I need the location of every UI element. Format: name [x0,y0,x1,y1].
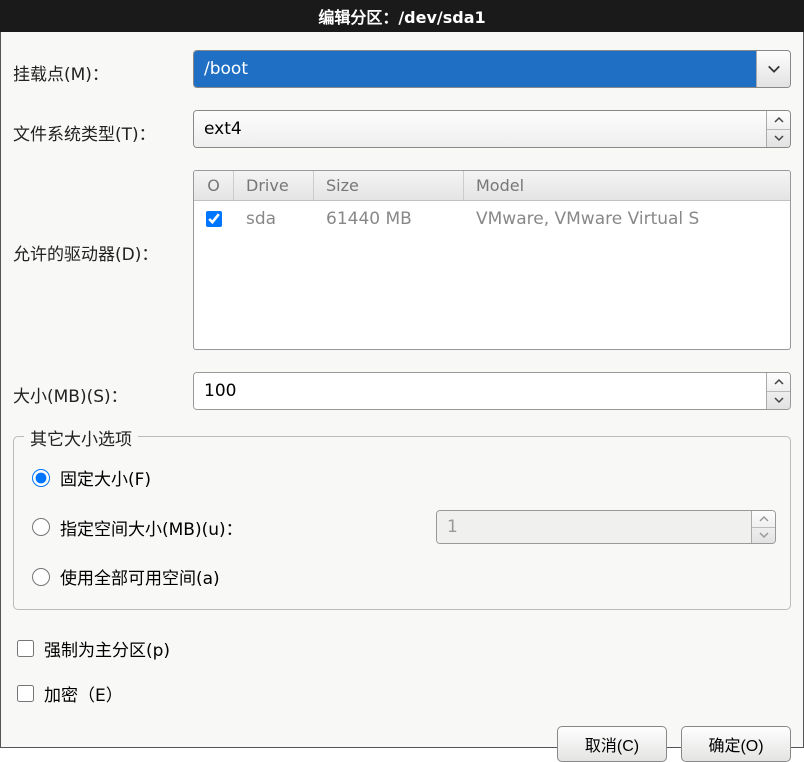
fill-up-to-down [752,528,775,544]
mount-point-dropdown-arrow[interactable] [756,51,790,87]
fs-type-down[interactable] [767,130,790,148]
size-spinner[interactable] [766,373,790,409]
radio-fill-up-to[interactable]: 指定空间大小(MB)(u)： 1 [32,510,776,544]
row-mount-point: 挂载点(M)： /boot [13,50,791,88]
fill-up-to-up [752,511,775,528]
fs-type-combo[interactable]: ext4 [193,110,791,148]
row-allowed-drives: 允许的驱动器(D)： O Drive Size Model sda 61440 … [13,170,791,350]
header-check[interactable]: O [194,171,234,200]
check-encrypt[interactable]: 加密（E） [17,681,787,706]
mount-point-value[interactable]: /boot [194,51,756,87]
label-size: 大小(MB)(S)： [13,376,193,407]
radio-fixed-size[interactable]: 固定大小(F) [32,465,776,490]
drive-row-drive: sda [234,201,314,237]
fill-up-to-value: 1 [437,511,751,543]
groupbox-size-options: 其它大小选项 固定大小(F) 指定空间大小(MB)(u)： 1 使用全部可用空间… [13,436,791,610]
drive-row-model: VMware, VMware Virtual S [464,201,790,237]
dialog-body: 挂载点(M)： /boot 文件系统类型(T)： ext4 允许的驱动器(D) [0,32,804,748]
size-spinbox[interactable]: 100 [193,372,791,410]
fill-up-to-spinbox: 1 [436,510,776,544]
drive-row-size: 61440 MB [314,201,464,237]
radio-fill-all[interactable]: 使用全部可用空间(a) [32,564,776,589]
label-fs-type: 文件系统类型(T)： [13,114,193,145]
size-up[interactable] [767,373,790,392]
fs-type-up[interactable] [767,111,790,130]
header-model[interactable]: Model [464,171,790,200]
fs-type-spinner[interactable] [766,111,790,147]
check-force-primary-label: 强制为主分区(p) [44,636,170,661]
radio-fill-all-input[interactable] [32,568,50,586]
mount-point-combo[interactable]: /boot [193,50,791,88]
drive-table: O Drive Size Model sda 61440 MB VMware, … [193,170,791,350]
check-encrypt-label: 加密（E） [44,681,123,706]
chevron-down-icon [767,62,781,76]
radio-fixed-size-input[interactable] [32,469,50,487]
radio-fill-all-label: 使用全部可用空间(a) [60,564,220,589]
check-force-primary-input[interactable] [17,640,34,657]
table-row[interactable]: sda 61440 MB VMware, VMware Virtual S [194,201,790,237]
fs-type-value[interactable]: ext4 [194,111,766,147]
size-value[interactable]: 100 [194,373,766,409]
size-down[interactable] [767,392,790,410]
label-allowed-drives: 允许的驱动器(D)： [13,170,193,265]
drive-row-checkbox[interactable] [206,211,222,227]
drive-table-header: O Drive Size Model [194,171,790,201]
header-drive[interactable]: Drive [234,171,314,200]
radio-fixed-size-label: 固定大小(F) [60,465,151,490]
check-force-primary[interactable]: 强制为主分区(p) [17,636,787,661]
fill-up-to-spinner [751,511,775,543]
row-fs-type: 文件系统类型(T)： ext4 [13,110,791,148]
ok-button[interactable]: 确定(O) [681,726,791,762]
radio-fill-up-to-input[interactable] [32,518,50,536]
row-size: 大小(MB)(S)： 100 [13,372,791,410]
titlebar: 编辑分区：/dev/sda1 [0,0,804,32]
cancel-button[interactable]: 取消(C) [557,726,667,762]
window-title: 编辑分区：/dev/sda1 [318,4,485,28]
radio-fill-up-to-label: 指定空间大小(MB)(u)： [60,515,243,540]
check-encrypt-input[interactable] [17,685,34,702]
label-mount-point: 挂载点(M)： [13,54,193,85]
group-title-size-options: 其它大小选项 [24,425,138,450]
header-size[interactable]: Size [314,171,464,200]
button-bar: 取消(C) 确定(O) [13,716,791,762]
